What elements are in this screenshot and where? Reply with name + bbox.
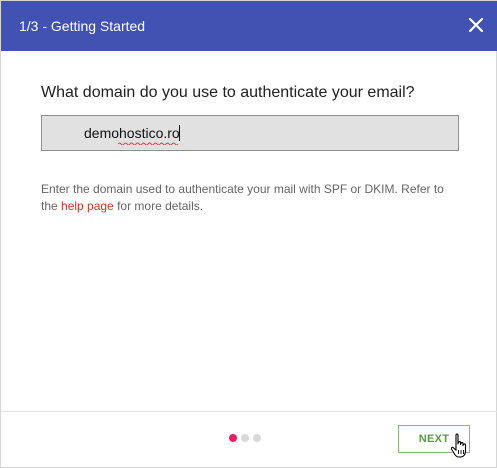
help-text: Enter the domain used to authenticate yo…	[41, 181, 461, 215]
footer-divider	[1, 411, 497, 412]
dialog-header: 1/3 - Getting Started	[1, 1, 497, 51]
spellcheck-underline	[118, 142, 179, 145]
step-dot-3	[253, 434, 261, 442]
text-caret	[179, 125, 180, 141]
next-button[interactable]: NEXT	[398, 425, 470, 453]
close-icon	[468, 17, 484, 33]
getting-started-dialog: 1/3 - Getting Started What domain do you…	[0, 0, 497, 468]
dialog-title: 1/3 - Getting Started	[19, 18, 146, 34]
domain-input[interactable]	[41, 115, 459, 151]
help-page-link[interactable]: help page	[61, 199, 114, 213]
help-text-outro: for more details.	[113, 199, 204, 213]
step-indicator	[229, 434, 261, 442]
step-dot-1	[229, 434, 237, 442]
domain-question: What domain do you use to authenticate y…	[41, 84, 415, 101]
step-dot-2	[241, 434, 249, 442]
close-button[interactable]	[466, 15, 486, 35]
